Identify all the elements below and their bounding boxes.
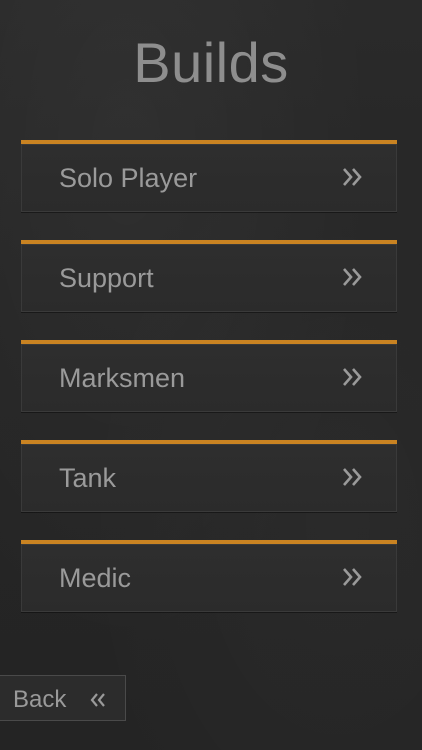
- page-title: Builds: [133, 31, 289, 94]
- double-chevron-right-icon: [343, 368, 362, 386]
- double-chevron-right-icon: [343, 168, 362, 186]
- build-item-label: Tank: [59, 463, 117, 493]
- build-item-marksmen[interactable]: Marksmen: [21, 340, 397, 412]
- build-item-label: Support: [59, 263, 154, 293]
- build-item-label: Marksmen: [59, 363, 186, 393]
- build-item-medic[interactable]: Medic: [21, 540, 397, 612]
- double-chevron-right-icon: [343, 468, 362, 486]
- back-button[interactable]: Back: [0, 675, 126, 721]
- build-item-solo-player[interactable]: Solo Player: [21, 140, 397, 212]
- builds-menu: Solo Player Support Marksmen Tank Medic: [21, 140, 397, 640]
- build-item-tank[interactable]: Tank: [21, 440, 397, 512]
- double-chevron-right-icon: [343, 268, 362, 286]
- double-chevron-left-icon: [90, 693, 105, 707]
- back-button-label: Back: [13, 686, 67, 713]
- build-item-support[interactable]: Support: [21, 240, 397, 312]
- double-chevron-right-icon: [343, 568, 362, 586]
- build-item-label: Medic: [59, 563, 132, 593]
- build-item-label: Solo Player: [59, 163, 198, 193]
